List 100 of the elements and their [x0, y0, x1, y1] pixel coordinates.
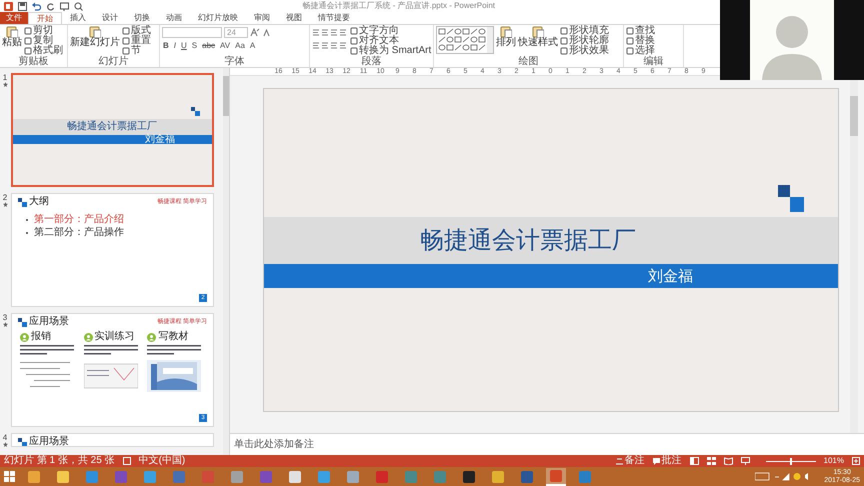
- format-button[interactable]: U: [180, 41, 188, 51]
- app-tile-icon: [521, 470, 533, 482]
- zoom-slider-thumb[interactable]: [790, 458, 792, 464]
- app-tile-icon: [550, 470, 562, 482]
- slide-subtitle: 刘金福: [648, 268, 693, 284]
- slide-thumbnail[interactable]: 畅捷通会计票据工厂 刘金福: [11, 73, 214, 187]
- ribbon-button[interactable]: 重置: [122, 36, 151, 46]
- grow-font-icon[interactable]: [250, 28, 260, 37]
- slideshow-icon[interactable]: [60, 2, 69, 10]
- squares-logo-icon: [18, 318, 27, 326]
- format-button[interactable]: A: [248, 41, 256, 51]
- notes-button[interactable]: 备注: [616, 456, 645, 466]
- ribbon-button[interactable]: 粘贴: [2, 26, 22, 57]
- app-tile-icon: [57, 470, 69, 482]
- column-heading: 写教材: [158, 332, 188, 342]
- group-label: 剪贴板: [18, 57, 50, 67]
- windows-start-icon[interactable]: [4, 471, 15, 482]
- magnifier-icon[interactable]: [74, 2, 83, 10]
- ribbon-button[interactable]: 版式: [122, 26, 151, 36]
- ribbon-button[interactable]: 查找: [626, 26, 655, 36]
- shrink-font-icon[interactable]: [262, 28, 272, 37]
- font-name-field[interactable]: [162, 27, 222, 38]
- ribbon-button[interactable]: 对齐文本: [350, 36, 432, 46]
- group-label: 编辑: [642, 57, 664, 67]
- format-button[interactable]: AV: [219, 41, 232, 51]
- person-circle-icon: [84, 332, 93, 342]
- list-format-icons[interactable]: [312, 28, 348, 37]
- save-icon[interactable]: [18, 2, 27, 10]
- file-tab[interactable]: 文件: [0, 12, 28, 24]
- slide-number: 2: [2, 193, 8, 202]
- app-tile-icon: [231, 470, 243, 482]
- ribbon-button[interactable]: 替换: [626, 36, 655, 46]
- ribbon-tab[interactable]: 视图: [278, 12, 310, 24]
- ribbon-tab[interactable]: 设计: [94, 12, 126, 24]
- normal-view-icon[interactable]: [690, 457, 699, 465]
- ribbon-button[interactable]: 转换为 SmartArt: [350, 46, 432, 56]
- bullet-text: 第二部分：产品操作: [34, 228, 124, 238]
- ribbon-button[interactable]: 形状效果: [560, 46, 609, 56]
- slide-title: 畅捷通会计票据工厂: [420, 228, 636, 252]
- ribbon-button[interactable]: 形状轮廓: [560, 36, 609, 46]
- app-tile-icon: [376, 470, 388, 482]
- language-label: 中文(中国): [138, 456, 186, 466]
- ribbon-button[interactable]: 排列: [496, 26, 516, 57]
- group-label: 字体: [224, 57, 246, 67]
- slide-canvas[interactable]: 畅捷通会计票据工厂 刘金福: [263, 88, 839, 412]
- slideshow-icon[interactable]: [740, 457, 750, 465]
- app-tile-icon: [347, 470, 359, 482]
- ribbon-button[interactable]: 复制: [24, 36, 63, 46]
- undo-icon[interactable]: [32, 2, 41, 10]
- ribbon-tab[interactable]: 动画: [158, 12, 190, 24]
- ribbon-tab[interactable]: 情节提要: [310, 12, 358, 24]
- slide-sorter-icon[interactable]: [706, 457, 716, 465]
- app-tile-icon: [405, 470, 417, 482]
- fit-slide-icon[interactable]: [852, 457, 860, 465]
- ribbon-button[interactable]: 新建幻灯片: [70, 26, 120, 57]
- shapes-gallery[interactable]: [436, 26, 494, 54]
- ribbon-button[interactable]: 选择: [626, 46, 655, 56]
- ribbon-button[interactable]: 快速样式: [518, 26, 558, 57]
- scrollbar[interactable]: [223, 68, 229, 455]
- scrollbar-thumb[interactable]: [223, 76, 229, 116]
- ribbon-tab[interactable]: 切换: [126, 12, 158, 24]
- ribbon-button[interactable]: 格式刷: [24, 46, 63, 56]
- text-lines-drawing: [20, 345, 74, 357]
- redo-icon[interactable]: [46, 2, 55, 10]
- format-button[interactable]: Aa: [234, 41, 246, 51]
- app-tile-icon: [463, 470, 475, 482]
- squares-logo-icon: [191, 107, 200, 116]
- app-tile-icon: [202, 470, 214, 482]
- slide-subtitle: 刘金福: [145, 134, 175, 144]
- ribbon-tab[interactable]: 开始: [28, 12, 62, 24]
- format-button[interactable]: S: [190, 41, 198, 51]
- zoom-percentage[interactable]: 101%: [824, 457, 844, 465]
- slide-heading: 应用场景: [29, 317, 69, 327]
- column-heading: 报销: [31, 332, 51, 342]
- ribbon-tab[interactable]: 审阅: [246, 12, 278, 24]
- squares-logo-icon: [18, 198, 27, 206]
- format-button[interactable]: I: [172, 41, 178, 51]
- app-logo-icon: [4, 2, 13, 10]
- text-lines-drawing: [84, 345, 138, 357]
- ribbon-button[interactable]: 节: [122, 46, 151, 56]
- taskbar-app-button[interactable]: [546, 468, 566, 486]
- star-icon: [2, 442, 8, 447]
- scrollbar-thumb[interactable]: [850, 96, 858, 136]
- notes-field[interactable]: 单击此处添加备注: [234, 440, 314, 450]
- slide-number: 1: [2, 73, 8, 82]
- group-label: 绘图: [518, 57, 540, 67]
- spellcheck-icon[interactable]: [122, 457, 131, 465]
- format-button[interactable]: B: [162, 41, 170, 51]
- ribbon-tab[interactable]: 幻灯片放映: [190, 12, 246, 24]
- ribbon-tab[interactable]: 插入: [62, 12, 94, 24]
- app-tile-icon: [144, 470, 156, 482]
- notes-icon: [616, 458, 623, 464]
- app-tile-icon: [434, 470, 446, 482]
- slide-thumbnail[interactable]: 应用场景: [11, 433, 214, 447]
- format-button[interactable]: abc: [201, 41, 216, 51]
- person-circle-icon: [20, 332, 29, 342]
- app-tile-icon: [173, 470, 185, 482]
- comments-button[interactable]: 批注: [652, 456, 682, 466]
- reading-view-icon[interactable]: [724, 457, 733, 465]
- alignment-icons[interactable]: [312, 41, 348, 50]
